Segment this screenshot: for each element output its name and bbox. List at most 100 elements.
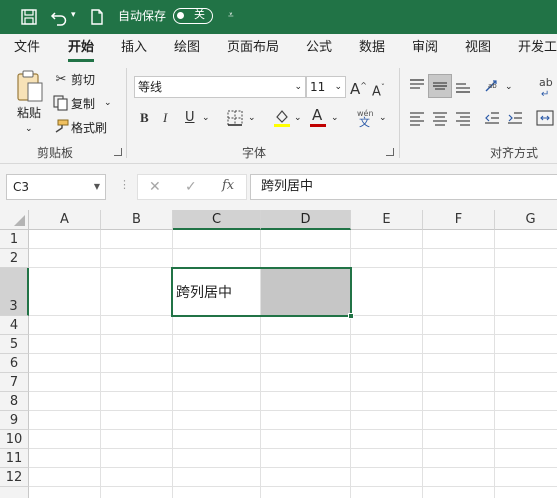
orientation-dropdown-icon[interactable]: ⌄ <box>505 80 513 94</box>
underline-dropdown-icon[interactable]: ⌄ <box>202 111 210 125</box>
row-header-4[interactable]: 4 <box>0 316 29 335</box>
format-painter-icon[interactable] <box>53 119 70 135</box>
column-header-a[interactable]: A <box>29 210 101 230</box>
select-all-button[interactable] <box>0 210 29 230</box>
borders-dropdown-icon[interactable]: ⌄ <box>248 111 256 125</box>
tab-review[interactable]: 审阅 <box>412 39 438 57</box>
column-header-e[interactable]: E <box>351 210 423 230</box>
row-gridline <box>29 334 557 335</box>
increase-indent-icon[interactable] <box>507 110 523 126</box>
tab-insert[interactable]: 插入 <box>121 39 147 57</box>
row-header-5[interactable]: 5 <box>0 335 29 354</box>
align-center-icon[interactable] <box>432 110 448 126</box>
row-gridline <box>29 372 557 373</box>
font-name-dropdown-icon[interactable]: ⌄ <box>294 80 302 94</box>
copy-label[interactable]: 复制 <box>71 97 95 111</box>
copy-dropdown-icon[interactable]: ⌄ <box>104 96 112 110</box>
tab-developer[interactable]: 开发工 <box>518 39 557 57</box>
row-gridline <box>29 448 557 449</box>
autosave-toggle[interactable]: 关 <box>173 8 213 24</box>
align-bottom-icon[interactable] <box>455 78 471 94</box>
font-name-combobox[interactable]: 等线 ⌄ <box>134 76 306 98</box>
row-header-2[interactable]: 2 <box>0 249 29 268</box>
align-left-icon[interactable] <box>409 110 425 126</box>
undo-icon[interactable] <box>50 8 68 26</box>
phonetic-dropdown-icon[interactable]: ⌄ <box>379 111 387 125</box>
column-header-d[interactable]: D <box>261 210 351 230</box>
insert-function-icon[interactable]: fx <box>222 178 234 193</box>
save-icon[interactable] <box>20 8 38 26</box>
column-header-c[interactable]: C <box>173 210 261 230</box>
group-separator <box>399 68 400 158</box>
borders-icon[interactable] <box>227 110 243 126</box>
grow-font-button[interactable]: A^ <box>350 78 367 97</box>
column-header-b[interactable]: B <box>101 210 173 230</box>
new-document-icon[interactable] <box>88 8 106 26</box>
row-number: 11 <box>5 451 23 466</box>
cut-icon[interactable]: ✂ <box>53 72 69 88</box>
font-color-dropdown-icon[interactable]: ⌄ <box>331 111 339 125</box>
row-header-10[interactable]: 10 <box>0 430 29 449</box>
row-header-8[interactable]: 8 <box>0 392 29 411</box>
format-painter-label[interactable]: 格式刷 <box>71 121 107 135</box>
name-box[interactable]: C3 ▼ <box>6 174 106 200</box>
font-size-combobox[interactable]: 11 ⌄ <box>306 76 346 98</box>
cancel-edit-icon[interactable]: ✕ <box>149 179 161 195</box>
tab-formulas[interactable]: 公式 <box>306 39 332 57</box>
row-header-3[interactable]: 3 <box>0 268 29 316</box>
orientation-icon[interactable]: ab <box>484 78 502 94</box>
row-header-1[interactable]: 1 <box>0 230 29 249</box>
align-right-icon[interactable] <box>455 110 471 126</box>
cut-label[interactable]: 剪切 <box>71 73 95 87</box>
align-middle-button[interactable] <box>428 74 452 98</box>
row-header-12[interactable]: 12 <box>0 468 29 487</box>
row-header-6[interactable]: 6 <box>0 354 29 373</box>
column-header-g[interactable]: G <box>495 210 557 230</box>
font-size-dropdown-icon[interactable]: ⌄ <box>334 80 342 94</box>
fill-color-icon[interactable] <box>273 108 291 128</box>
merge-center-icon[interactable] <box>536 110 554 126</box>
paste-label[interactable]: 粘贴 <box>17 106 41 120</box>
row-header-7[interactable]: 7 <box>0 373 29 392</box>
customize-quick-access-icon[interactable]: ⩡ <box>228 10 234 21</box>
row-header-9[interactable]: 9 <box>0 411 29 430</box>
row-header-13[interactable] <box>0 487 29 498</box>
underline-button[interactable]: U <box>185 110 195 126</box>
formula-input[interactable]: 跨列居中 <box>250 174 557 200</box>
tab-page-layout[interactable]: 页面布局 <box>227 39 279 57</box>
tab-draw[interactable]: 绘图 <box>174 39 200 57</box>
clipboard-dialog-launcher-icon[interactable] <box>114 148 122 156</box>
column-header-f[interactable]: F <box>423 210 495 230</box>
italic-button[interactable]: I <box>163 110 167 126</box>
bold-button[interactable]: B <box>140 110 149 126</box>
align-middle-icon <box>433 82 447 90</box>
paste-dropdown-icon[interactable]: ⌄ <box>25 122 33 136</box>
tab-view[interactable]: 视图 <box>465 39 491 57</box>
undo-dropdown-icon[interactable]: ▾ <box>71 10 76 20</box>
font-color-button[interactable]: A <box>312 107 322 123</box>
tab-file[interactable]: 文件 <box>14 39 40 57</box>
enter-edit-icon[interactable]: ✓ <box>185 179 197 195</box>
tab-data[interactable]: 数据 <box>359 39 385 57</box>
formula-bar-grip-icon: ⋮ <box>119 178 130 191</box>
row-gridline <box>29 353 557 354</box>
fill-handle[interactable] <box>348 313 354 319</box>
copy-icon[interactable] <box>53 95 69 111</box>
ribbon-tabs: 文件 开始 插入 绘图 页面布局 公式 数据 审阅 视图 开发工 <box>0 34 557 62</box>
phonetic-bottom[interactable]: 文 <box>359 116 370 130</box>
worksheet-grid[interactable]: A B C D E F G 1 2 3 4 5 6 7 8 9 10 11 12… <box>0 210 557 498</box>
wrap-text-icon[interactable]: ↵ <box>541 88 549 102</box>
name-box-dropdown-icon[interactable]: ▼ <box>94 175 100 199</box>
tab-home[interactable]: 开始 <box>68 39 94 57</box>
shrink-font-button[interactable]: Aˇ <box>372 80 385 100</box>
row-gridline <box>29 410 557 411</box>
align-top-icon[interactable] <box>409 78 425 94</box>
font-dialog-launcher-icon[interactable] <box>386 148 394 156</box>
paste-icon[interactable] <box>16 70 44 104</box>
fill-color-dropdown-icon[interactable]: ⌄ <box>294 111 302 125</box>
row-header-11[interactable]: 11 <box>0 449 29 468</box>
row-number: 7 <box>9 375 19 390</box>
row-number: 9 <box>9 413 19 428</box>
decrease-indent-icon[interactable] <box>484 110 500 126</box>
row-gridline <box>29 467 557 468</box>
